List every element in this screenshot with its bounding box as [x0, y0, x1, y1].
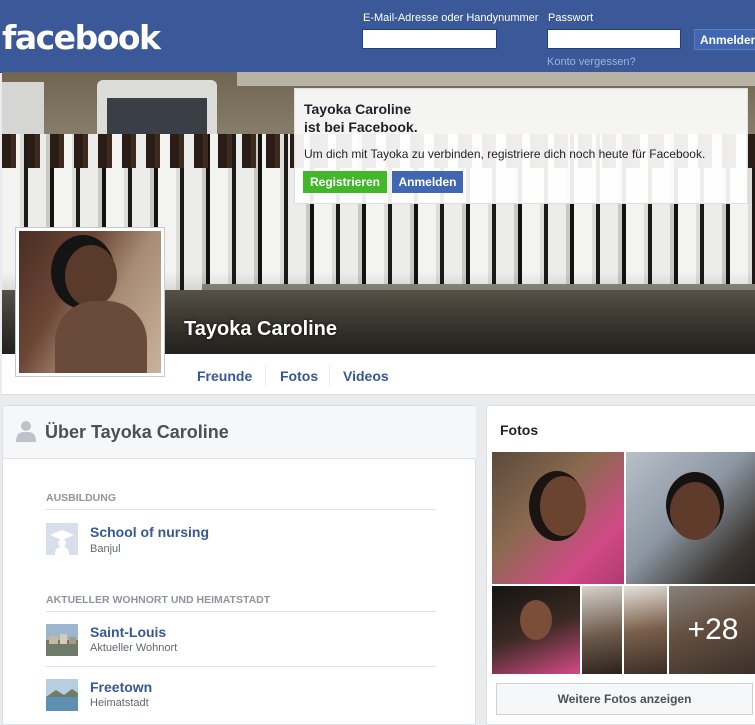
- section-divider: [46, 509, 436, 510]
- user-icon: [16, 421, 36, 442]
- join-login-button[interactable]: Anmelden: [392, 171, 463, 193]
- education-heading: AUSBILDUNG: [46, 492, 116, 504]
- about-card: Über Tayoka Caroline AUSBILDUNG School o…: [2, 405, 476, 725]
- about-header: Über Tayoka Caroline: [3, 406, 476, 459]
- profile-picture[interactable]: [15, 227, 165, 377]
- register-button[interactable]: Registrieren: [303, 171, 387, 193]
- password-label: Passwort: [548, 12, 594, 24]
- profile-name[interactable]: Tayoka Caroline: [184, 318, 337, 341]
- join-title-line2: ist bei Facebook.: [304, 119, 418, 135]
- cover-roof: [237, 72, 755, 86]
- photo-thumbnail-2[interactable]: [626, 452, 755, 584]
- join-title-line1: Tayoka Caroline: [304, 101, 412, 117]
- tab-freunde[interactable]: Freunde: [197, 354, 252, 394]
- facebook-logo[interactable]: facebook: [2, 18, 161, 57]
- profile-picture-image: [19, 231, 161, 373]
- section-divider: [46, 611, 436, 612]
- tab-videos[interactable]: Videos: [343, 354, 389, 394]
- education-location: Banjul: [90, 543, 121, 555]
- place-saint-louis-link[interactable]: Saint-Louis: [90, 624, 166, 640]
- nav-divider: [329, 364, 330, 386]
- freetown-thumbnail: [46, 679, 78, 711]
- join-title: Tayoka Caroline ist bei Facebook.: [304, 100, 418, 136]
- photo-thumbnail-3[interactable]: [492, 586, 580, 674]
- place-freetown-subtitle: Heimatstadt: [90, 697, 149, 709]
- photo-thumbnail-1[interactable]: [492, 452, 624, 584]
- about-title: Über Tayoka Caroline: [45, 422, 229, 442]
- more-photos-button[interactable]: Weitere Fotos anzeigen: [496, 683, 753, 715]
- password-input[interactable]: [547, 29, 681, 49]
- header-login-button[interactable]: Anmelden: [694, 29, 755, 50]
- join-prompt-box: Tayoka Caroline ist bei Facebook. Um dic…: [294, 88, 748, 204]
- tab-fotos[interactable]: Fotos: [280, 354, 318, 394]
- photo-thumbnail-4[interactable]: [582, 586, 622, 674]
- education-school-link[interactable]: School of nursing: [90, 524, 209, 540]
- top-bar: facebook E-Mail-Adresse oder Handynummer…: [0, 0, 755, 73]
- forgot-account-link[interactable]: Konto vergessen?: [547, 56, 636, 68]
- school-icon: [46, 523, 78, 555]
- photos-card: Fotos +28 Weitere Fotos anzeigen: [486, 405, 755, 725]
- place-saint-louis-subtitle: Aktueller Wohnort: [90, 642, 178, 654]
- section-divider: [46, 666, 436, 667]
- place-freetown-link[interactable]: Freetown: [90, 679, 152, 695]
- photo-thumbnail-more[interactable]: +28: [669, 586, 755, 674]
- email-label: E-Mail-Adresse oder Handynummer: [363, 12, 539, 24]
- nav-divider: [265, 364, 266, 386]
- places-heading: AKTUELLER WOHNORT UND HEIMATSTADT: [46, 594, 271, 606]
- photos-title: Fotos: [500, 422, 539, 438]
- photo-thumbnail-5[interactable]: [624, 586, 667, 674]
- saint-louis-thumbnail: [46, 624, 78, 656]
- join-text: Um dich mit Tayoka zu verbinden, registr…: [304, 147, 706, 161]
- email-input[interactable]: [362, 29, 497, 49]
- more-photos-count: +28: [669, 586, 755, 674]
